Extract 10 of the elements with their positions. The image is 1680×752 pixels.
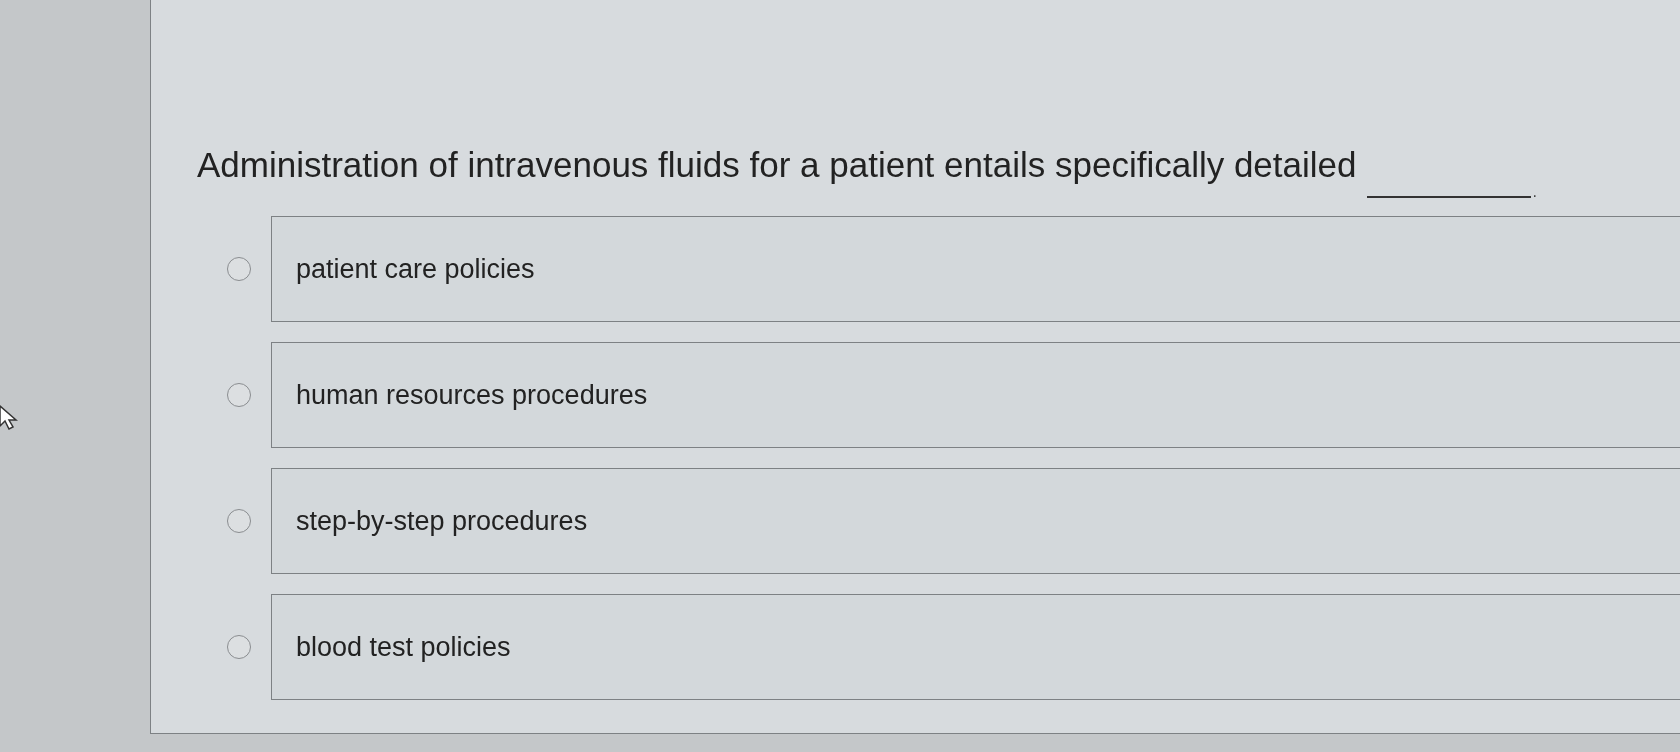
radio-button[interactable] [227, 509, 251, 533]
end-period: . [1532, 182, 1537, 202]
answer-option[interactable]: step-by-step procedures [271, 468, 1680, 574]
radio-button[interactable] [227, 635, 251, 659]
radio-button[interactable] [227, 257, 251, 281]
question-text: Administration of intravenous fluids for a patient entails specifically detailed [197, 144, 1357, 186]
radio-button[interactable] [227, 383, 251, 407]
answer-option[interactable]: blood test policies [271, 594, 1680, 700]
answer-option[interactable]: patient care policies [271, 216, 1680, 322]
answer-option[interactable]: human resources procedures [271, 342, 1680, 448]
